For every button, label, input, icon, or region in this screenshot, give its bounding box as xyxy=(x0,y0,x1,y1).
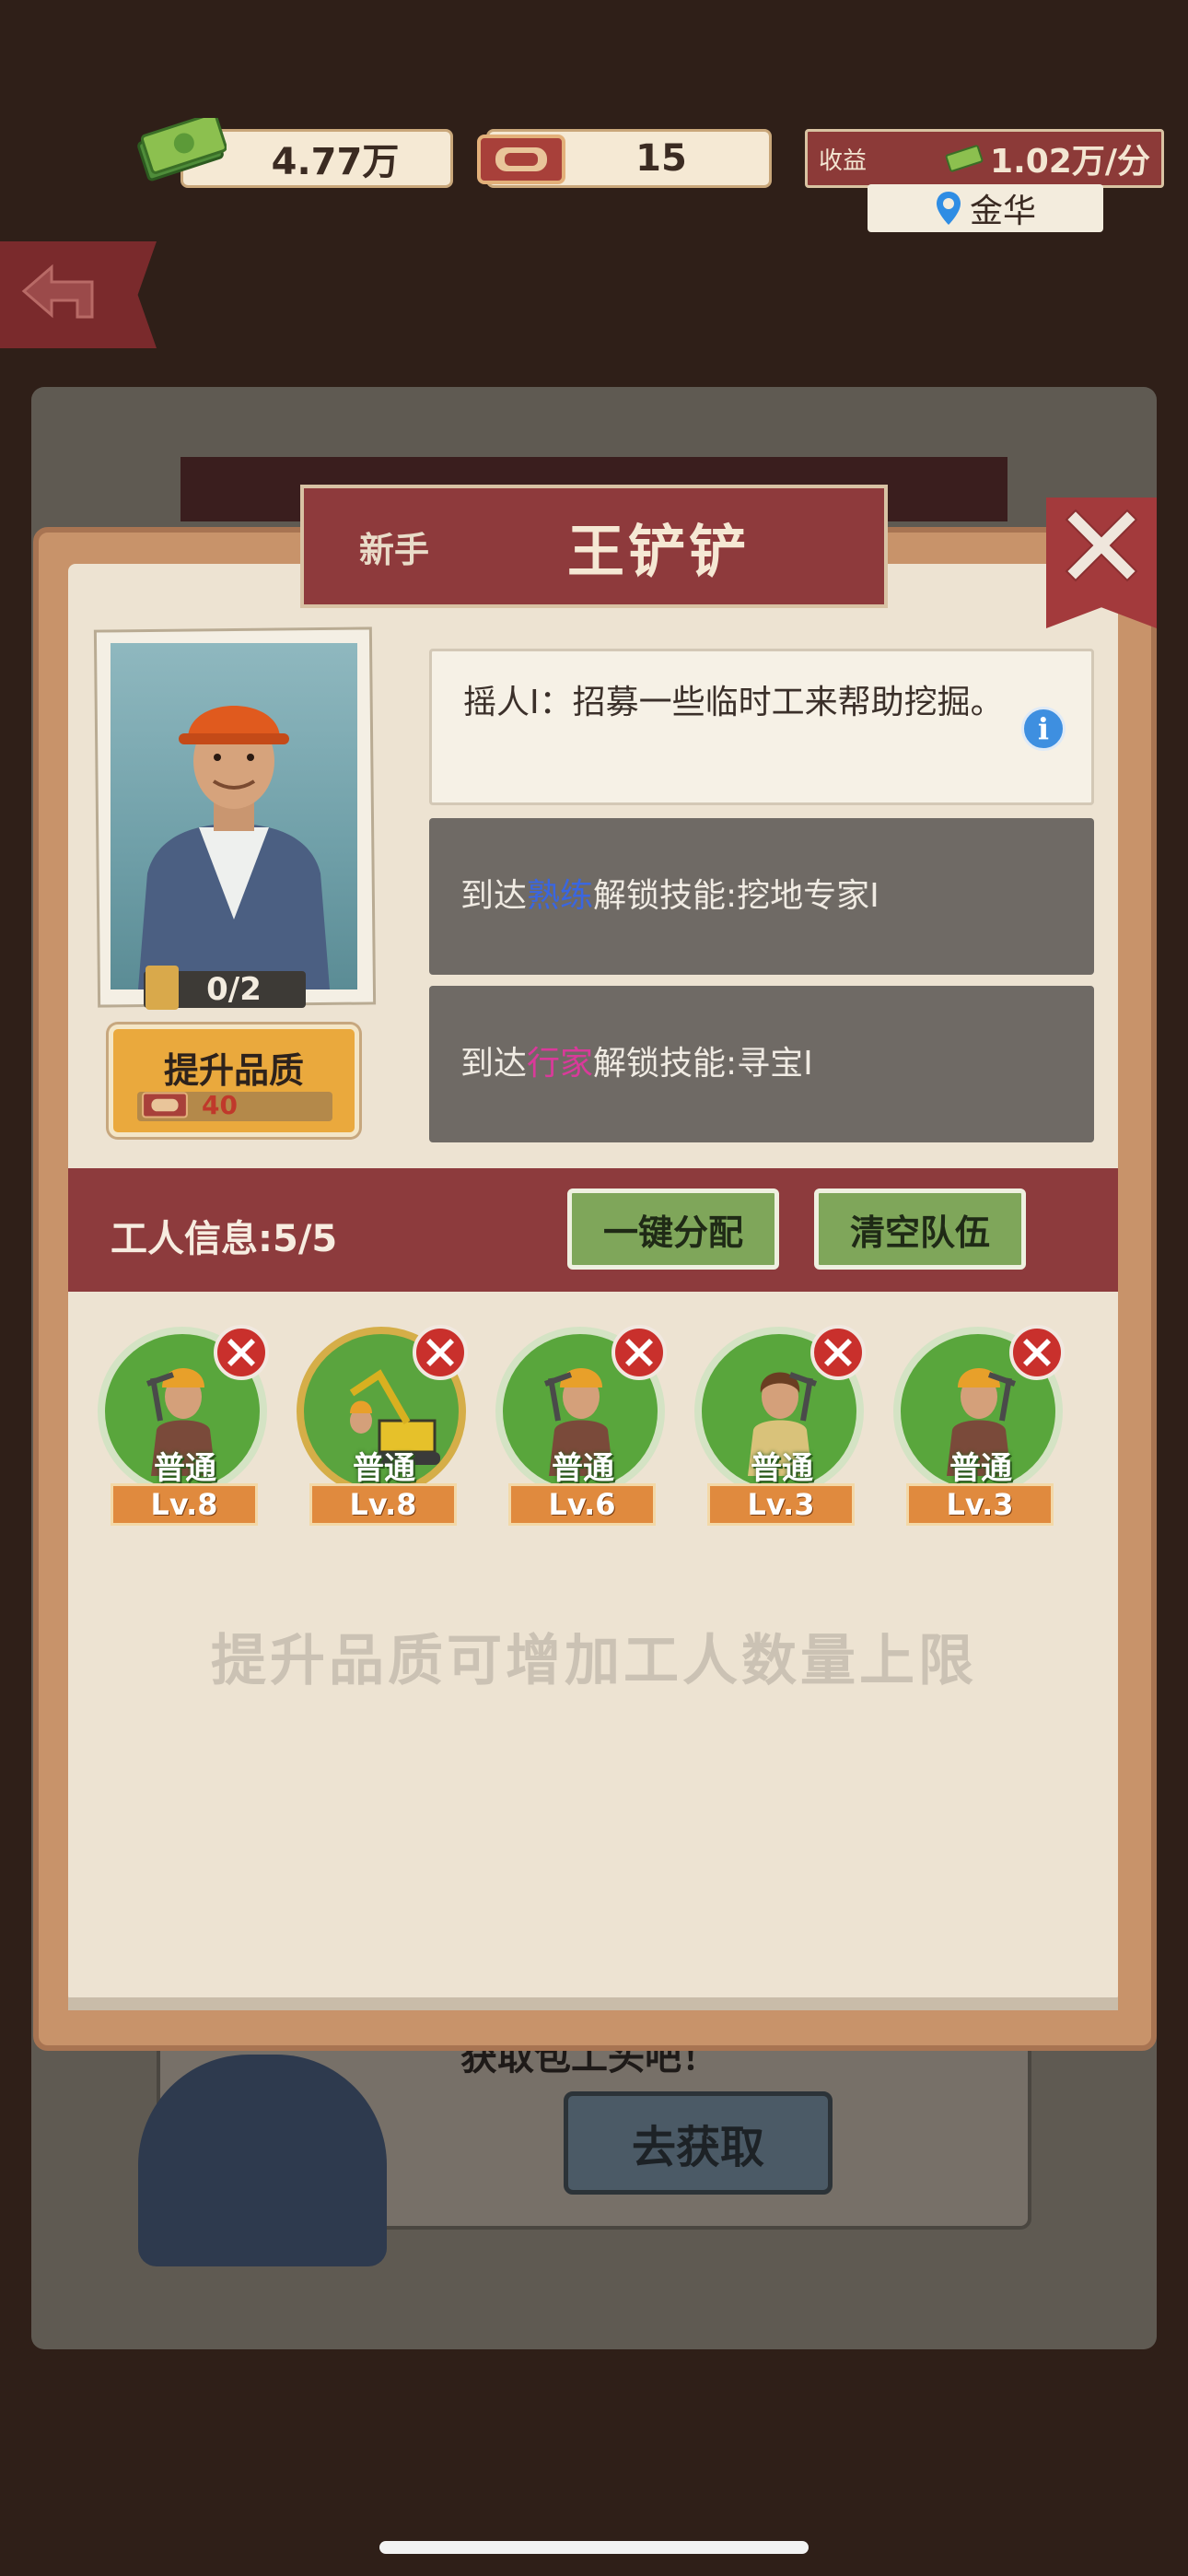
ticket-value: 15 xyxy=(635,137,687,180)
worker-portrait-illustration xyxy=(138,706,330,989)
locked-skill-1-text: 到达熟练解锁技能:挖地专家I xyxy=(460,871,879,922)
close-icon xyxy=(625,1339,653,1366)
ticket-icon xyxy=(477,135,565,184)
income-rate: 1.02万/分 xyxy=(944,135,1150,182)
worker-quality: 普通 xyxy=(552,1450,614,1487)
locked-skill-2: 到达行家解锁技能:寻宝I xyxy=(429,986,1094,1142)
cash-value: 4.77万 xyxy=(271,141,400,183)
worker-slot-5[interactable]: 普通 Lv.3 xyxy=(893,1325,1068,1539)
locked-skill-1-prefix: 到达 xyxy=(460,877,528,915)
worker-level: Lv.6 xyxy=(508,1483,656,1526)
locked-skill-2-level: 行家 xyxy=(527,1045,594,1083)
income-value: 1.02万/分 xyxy=(990,143,1150,181)
income-label: 收益 xyxy=(819,146,868,175)
close-icon xyxy=(227,1339,255,1366)
go-obtain-button[interactable]: 去获取 xyxy=(564,2091,833,2195)
remove-worker-button[interactable] xyxy=(611,1325,667,1380)
upgrade-quality-button[interactable]: 提升品质 40 xyxy=(109,1025,359,1137)
upgrade-cost: 40 xyxy=(202,1090,238,1120)
active-skill-text: 摇人I：招募一些临时工来帮助挖掘。 xyxy=(463,684,1004,721)
active-skill: 摇人I：招募一些临时工来帮助挖掘。 i xyxy=(429,649,1094,805)
worker-level: Lv.8 xyxy=(309,1483,457,1526)
back-arrow-icon xyxy=(21,263,94,319)
portrait-shard-icon xyxy=(146,966,179,1010)
worker-slot-3[interactable]: 普通 Lv.6 xyxy=(495,1325,670,1539)
clear-team-button[interactable]: 清空队伍 xyxy=(814,1188,1026,1270)
close-icon xyxy=(426,1339,454,1366)
auto-assign-button[interactable]: 一键分配 xyxy=(567,1188,779,1270)
back-button[interactable] xyxy=(0,241,157,348)
worker-quality: 普通 xyxy=(353,1450,415,1487)
worker-rank: 新手 xyxy=(359,529,430,570)
remove-worker-button[interactable] xyxy=(413,1325,468,1380)
worker-quality: 普通 xyxy=(949,1450,1012,1487)
worker-level: Lv.3 xyxy=(906,1483,1054,1526)
locked-skill-2-prefix: 到达 xyxy=(460,1045,528,1083)
worker-portrait xyxy=(111,643,357,989)
location-pin-icon xyxy=(936,192,961,225)
location-name: 金华 xyxy=(969,193,1036,230)
locked-skill-1: 到达熟练解锁技能:挖地专家I xyxy=(429,818,1094,975)
cash-icon xyxy=(945,145,984,172)
close-icon xyxy=(1023,1339,1051,1366)
locked-skill-1-level: 熟练 xyxy=(527,877,594,915)
title-banner: 新手 王铲铲 xyxy=(300,485,888,608)
capacity-hint: 提升品质可增加工人数量上限 xyxy=(211,1629,977,1693)
upgrade-quality-label: 提升品质 xyxy=(163,1050,304,1091)
worker-level: Lv.8 xyxy=(111,1483,258,1526)
remove-worker-button[interactable] xyxy=(810,1325,866,1380)
worker-quality: 普通 xyxy=(751,1450,813,1487)
close-icon xyxy=(824,1339,852,1366)
ticket-icon xyxy=(142,1092,188,1118)
dialog-bottom-strip xyxy=(68,1997,1118,2010)
worker-slot-2[interactable]: 普通 Lv.8 xyxy=(297,1325,472,1539)
worker-level: Lv.3 xyxy=(707,1483,855,1526)
worker-name: 王铲铲 xyxy=(567,518,751,585)
remove-worker-button[interactable] xyxy=(214,1325,269,1380)
shard-progress-value: 0/2 xyxy=(206,971,262,1008)
income-panel: 收益 1.02万/分 xyxy=(805,129,1164,188)
worker-quality: 普通 xyxy=(154,1450,216,1487)
remove-worker-button[interactable] xyxy=(1009,1325,1065,1380)
info-icon[interactable]: i xyxy=(1021,707,1066,751)
worker-info-title: 工人信息:5/5 xyxy=(111,1218,338,1260)
locked-skill-2-suffix: 解锁技能:寻宝I xyxy=(593,1045,813,1083)
locked-skill-1-suffix: 解锁技能:挖地专家I xyxy=(593,877,879,915)
cash-icon xyxy=(137,118,227,181)
close-icon xyxy=(1065,509,1138,582)
home-indicator[interactable] xyxy=(379,2541,809,2554)
worker-slot-1[interactable]: 普通 Lv.8 xyxy=(98,1325,273,1539)
locked-skill-2-text: 到达行家解锁技能:寻宝I xyxy=(460,1038,813,1090)
background-character xyxy=(138,2055,387,2266)
worker-slot-4[interactable]: 普通 Lv.3 xyxy=(694,1325,869,1539)
location-tag[interactable]: 金华 xyxy=(868,184,1103,232)
